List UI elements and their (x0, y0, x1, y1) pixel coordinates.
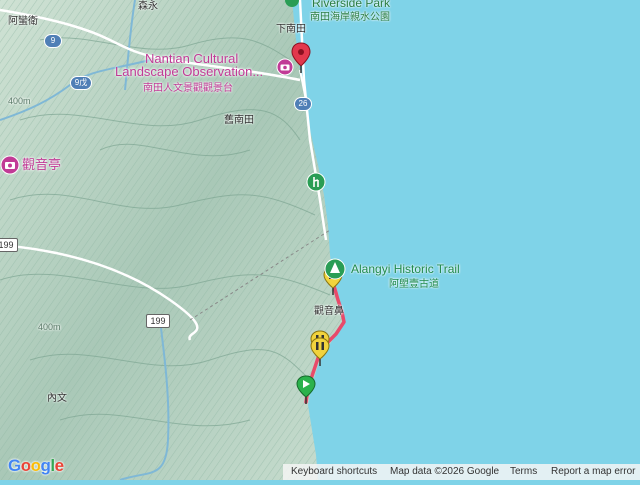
place-label-xianantian: 下南田 (276, 24, 306, 35)
hiking-icon[interactable] (324, 258, 346, 280)
yellow-pause-icon[interactable] (310, 337, 330, 367)
keyboard-shortcuts-link[interactable]: Keyboard shortcuts (291, 466, 377, 477)
green-flag-icon[interactable] (296, 375, 316, 405)
elevation-label: 400m (8, 96, 31, 106)
road-shield-199-edge: 199 (0, 238, 18, 252)
place-label-neiwen: 內文 (47, 393, 67, 404)
elevation-label: 400m (38, 322, 61, 332)
poi-label-riverside-park-zh: 南田海岸親水公園 (310, 12, 390, 23)
place-label-guanyinbi: 觀音鼻 (314, 306, 344, 317)
map-footer: Keyboard shortcuts Map data ©2026 Google… (283, 464, 640, 480)
poi-label-guanyin-pavilion[interactable]: 觀音亭 (22, 158, 61, 171)
hiking-icon[interactable] (306, 172, 326, 192)
road-shield-26: 26 (294, 97, 312, 111)
terms-link[interactable]: Terms (510, 466, 537, 477)
poi-label-alangyi-trail[interactable]: Alangyi Historic Trail (351, 262, 460, 276)
poi-label-alangyi-trail-zh: 阿塱壹古道 (389, 279, 439, 290)
road-shield-9wu: 9戊 (70, 76, 92, 90)
map-canvas[interactable]: 9 9戊 26 199 199 森永 阿蠻衛 下南田 舊南田 內文 觀音鼻 觀音… (0, 0, 640, 481)
terrain-layer (0, 0, 640, 481)
place-label-jiunantian: 舊南田 (224, 115, 254, 126)
place-label-amo: 阿蠻衛 (8, 16, 38, 27)
poi-label-nantian-line2[interactable]: Landscape Observation... (115, 65, 263, 78)
road-shield-9: 9 (44, 34, 62, 48)
map-data-attribution: Map data ©2026 Google (390, 466, 500, 477)
place-label-sensui: 森永 (138, 1, 158, 12)
camera-icon[interactable] (276, 58, 294, 76)
poi-label-nantian-zh: 南田人文景觀觀景台 (143, 83, 233, 94)
camera-icon[interactable] (0, 155, 20, 175)
google-logo: Google (8, 456, 64, 475)
report-error-link[interactable]: Report a map error (551, 466, 635, 477)
park-icon[interactable] (283, 0, 301, 10)
road-shield-199: 199 (146, 314, 170, 328)
